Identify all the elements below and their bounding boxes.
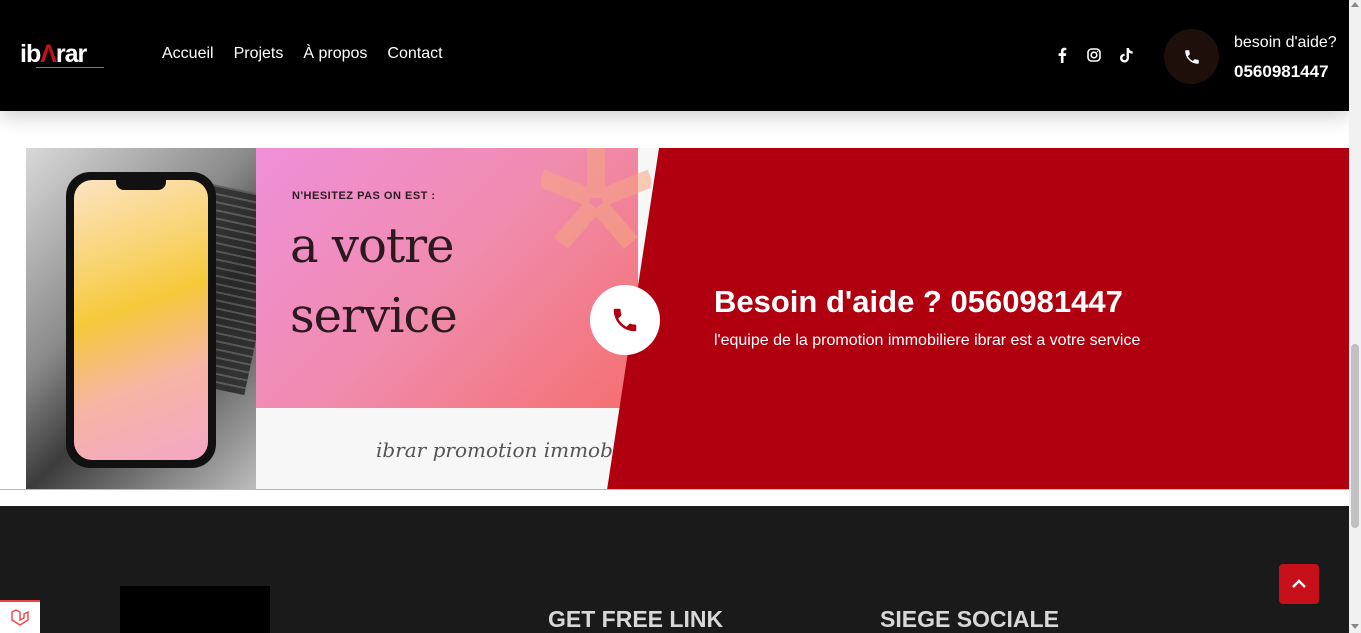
phone-icon	[613, 308, 637, 332]
scroll-down-arrow-icon[interactable]	[1351, 624, 1359, 629]
footer-heading-siege: SIEGE SOCIALE	[880, 606, 1059, 632]
call-icon-circle[interactable]	[590, 285, 660, 355]
logo-text: ibΛrar	[20, 40, 87, 68]
photo-background	[26, 148, 286, 489]
laravel-debug-icon[interactable]	[0, 600, 40, 633]
help-phone-number[interactable]: 0560981447	[1234, 62, 1329, 82]
footer-logo-placeholder	[120, 586, 270, 633]
phone-icon-button[interactable]	[1164, 29, 1219, 84]
card-big-text-1: a votre	[290, 218, 455, 274]
facebook-icon[interactable]	[1054, 46, 1070, 64]
nav-link-accueil[interactable]: Accueil	[162, 45, 214, 63]
promo-card: N'HESITEZ PAS ON EST : a votre service	[256, 148, 651, 408]
logo[interactable]: ibΛrar	[20, 40, 110, 74]
nav-link-a-propos[interactable]: À propos	[303, 45, 367, 63]
banner-subtitle: l'equipe de la promotion immobiliere ibr…	[714, 332, 1141, 349]
main-nav: Accueil Projets À propos Contact	[162, 45, 443, 63]
card-big-text-2: service	[290, 288, 458, 344]
logo-underline	[36, 67, 104, 70]
page-scrollbar[interactable]	[1349, 0, 1361, 633]
page: ibΛrar Accueil Projets À propos Contact …	[0, 0, 1361, 633]
scroll-to-top-button[interactable]	[1279, 564, 1319, 604]
social-links	[1054, 46, 1134, 64]
nav-link-projets[interactable]: Projets	[234, 45, 284, 63]
site-header: ibΛrar Accueil Projets À propos Contact …	[0, 0, 1349, 111]
tiktok-icon[interactable]	[1118, 46, 1134, 64]
scrollbar-thumb[interactable]	[1351, 344, 1359, 528]
site-footer: GET FREE LINK SIEGE SOCIALE	[0, 506, 1349, 633]
footer-heading-free-link: GET FREE LINK	[548, 606, 724, 632]
star-decoration	[541, 148, 651, 249]
help-banner: N'HESITEZ PAS ON EST : a votre service i…	[0, 148, 1349, 490]
card-small-text: N'HESITEZ PAS ON EST :	[292, 190, 436, 202]
nav-link-contact[interactable]: Contact	[387, 45, 442, 63]
phone-icon	[1184, 49, 1199, 64]
banner-title: Besoin d'aide ? 0560981447	[714, 284, 1123, 319]
chevron-up-icon	[1292, 579, 1306, 588]
help-label: besoin d'aide?	[1234, 34, 1337, 51]
smartphone-graphic	[66, 172, 216, 468]
banner-image: N'HESITEZ PAS ON EST : a votre service i…	[26, 148, 665, 489]
scroll-up-arrow-icon[interactable]	[1351, 2, 1359, 7]
instagram-icon[interactable]	[1086, 46, 1102, 64]
